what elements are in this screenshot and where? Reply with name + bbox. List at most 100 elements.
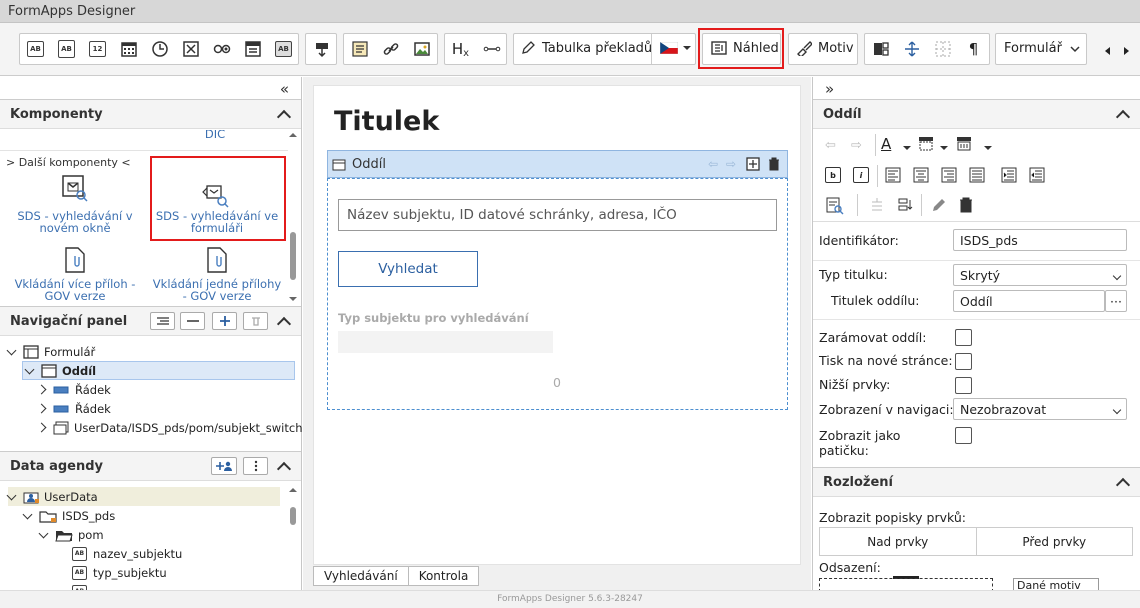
link-icon[interactable] — [375, 34, 406, 64]
tree-item-field[interactable]: AB typ_subjektu — [72, 563, 167, 582]
date-field-icon[interactable] — [113, 34, 144, 64]
pilcrow-icon[interactable]: ¶ — [958, 34, 989, 64]
tree-item-section[interactable]: Oddíl — [22, 361, 295, 380]
label-icon[interactable]: AB — [268, 34, 299, 64]
search-button[interactable]: Vyhledat — [338, 251, 478, 287]
delete-icon[interactable] — [243, 312, 268, 330]
outdent-icon[interactable] — [1029, 167, 1045, 183]
insert-below-icon[interactable] — [897, 197, 913, 213]
frame-checkbox[interactable] — [955, 329, 972, 346]
identifier-input[interactable]: ISDS_pds — [953, 229, 1127, 251]
align-justify-icon[interactable] — [969, 167, 985, 183]
scroll-left-icon[interactable] — [1103, 45, 1113, 59]
text-field-icon[interactable]: AB — [20, 34, 51, 64]
tree-item-row[interactable]: Řádek — [36, 399, 111, 418]
insert-above-icon[interactable] — [869, 197, 885, 213]
trash-icon[interactable] — [768, 157, 780, 171]
number-field-icon[interactable]: 12 — [82, 34, 113, 64]
component-prev-label[interactable]: DIČ — [200, 130, 230, 140]
navigation-header[interactable]: Navigační panel — [0, 306, 301, 336]
structure-icon[interactable] — [865, 34, 896, 64]
language-select[interactable] — [660, 42, 692, 54]
collapse-all-icon[interactable] — [180, 312, 205, 330]
theme-button[interactable]: Motiv — [788, 33, 858, 65]
collapse-up-icon[interactable] — [276, 316, 292, 332]
bold-icon[interactable]: b — [825, 167, 841, 183]
arrow-left-icon[interactable]: ⇦ — [708, 157, 718, 171]
scroll-right-icon[interactable] — [1121, 45, 1131, 59]
collapse-right-icon[interactable]: » — [825, 80, 834, 98]
background-icon[interactable] — [955, 136, 973, 152]
tree-item-switch[interactable]: UserData/ISDS_pds/pom/subjekt_switch — [36, 418, 303, 437]
preview-search-icon[interactable] — [825, 196, 845, 216]
heading-icon[interactable]: Hx — [445, 34, 476, 64]
footer-checkbox[interactable] — [955, 427, 972, 444]
nav-display-select[interactable]: Nezobrazovat — [953, 398, 1127, 420]
tree-item-row[interactable]: Řádek — [36, 380, 111, 399]
more-options-icon[interactable] — [243, 457, 268, 475]
above-button[interactable]: Nad prvky — [820, 528, 977, 555]
section-header[interactable]: Oddíl ⇦ ⇨ — [327, 150, 788, 178]
collapse-up-icon[interactable] — [1115, 109, 1131, 125]
collapse-up-icon[interactable] — [276, 461, 292, 477]
tree-item-field[interactable]: AB nazev_subjektu — [72, 544, 182, 563]
tree-item-pom[interactable]: pom — [38, 525, 104, 544]
align-icon[interactable] — [150, 312, 175, 330]
align-right-icon[interactable] — [941, 167, 957, 183]
text-area-icon[interactable]: AB — [51, 34, 82, 64]
data-scrollbar[interactable] — [289, 487, 297, 587]
collapse-up-icon[interactable] — [276, 109, 292, 125]
radio-icon[interactable] — [206, 34, 237, 64]
subject-type-field[interactable] — [338, 331, 553, 353]
subject-search-input[interactable]: Název subjektu, ID datové schránky, adre… — [338, 199, 777, 231]
align-center-icon[interactable] — [913, 167, 929, 183]
collapse-left-icon[interactable]: « — [280, 80, 289, 98]
component-multi-attach[interactable]: Vkládání více příloh - GOV verze — [10, 246, 140, 305]
form-select[interactable]: Formulář — [995, 33, 1087, 65]
components-scrollbar[interactable] — [289, 132, 297, 302]
data-header[interactable]: Data agendy — [0, 451, 301, 481]
title-type-select[interactable]: Skrytý — [953, 264, 1127, 286]
lower-items-checkbox[interactable] — [955, 377, 972, 394]
font-color-icon[interactable]: A — [881, 135, 891, 153]
trash-icon[interactable] — [959, 197, 973, 213]
ellipsis-button[interactable]: ··· — [1105, 290, 1127, 312]
layout-header[interactable]: Rozložení — [813, 467, 1140, 497]
grid-icon[interactable] — [927, 34, 958, 64]
new-page-checkbox[interactable] — [955, 353, 972, 370]
undo-icon[interactable]: ⇦ — [825, 138, 836, 153]
form-title[interactable]: Titulek — [334, 106, 439, 137]
italic-icon[interactable]: i — [853, 167, 869, 183]
tab-control[interactable]: Kontrola — [408, 566, 480, 586]
indent-icon[interactable] — [1001, 167, 1017, 183]
before-button[interactable]: Před prvky — [977, 528, 1133, 555]
tree-item-field[interactable]: AB — [72, 582, 87, 590]
arrow-right-icon[interactable]: ⇨ — [726, 157, 736, 171]
add-icon[interactable] — [212, 312, 237, 330]
time-field-icon[interactable] — [144, 34, 175, 64]
add-data-icon[interactable] — [211, 457, 237, 475]
section-properties-header[interactable]: Oddíl — [813, 99, 1140, 129]
tree-item-userdata[interactable]: UserData — [6, 487, 280, 506]
component-single-attach[interactable]: Vkládání jedné přílohy - GOV verze — [152, 246, 282, 305]
translations-button[interactable]: Tabulka překladů — [520, 40, 652, 56]
tab-search[interactable]: Vyhledávání — [313, 566, 409, 586]
redo-icon[interactable]: ⇨ — [851, 138, 862, 153]
collapse-up-icon[interactable] — [1115, 477, 1131, 493]
select-icon[interactable] — [237, 34, 268, 64]
align-left-icon[interactable] — [885, 167, 901, 183]
component-sds-new-window[interactable]: SDS - vyhledávání v novém okně — [10, 174, 140, 234]
components-header[interactable]: Komponenty — [0, 99, 301, 129]
image-icon[interactable] — [406, 34, 437, 64]
section-title-input[interactable]: Oddíl — [953, 290, 1105, 312]
tree-item-form[interactable]: Formulář — [6, 342, 95, 361]
button-icon[interactable] — [306, 34, 337, 64]
html-icon[interactable] — [344, 34, 375, 64]
checkbox-icon[interactable] — [175, 34, 206, 64]
edit-icon[interactable] — [931, 197, 947, 213]
tree-item-isds[interactable]: ISDS_pds — [22, 506, 115, 525]
separator-icon[interactable] — [476, 34, 507, 64]
move-icon[interactable] — [896, 34, 927, 64]
border-icon[interactable] — [917, 136, 935, 152]
add-box-icon[interactable] — [746, 157, 760, 171]
